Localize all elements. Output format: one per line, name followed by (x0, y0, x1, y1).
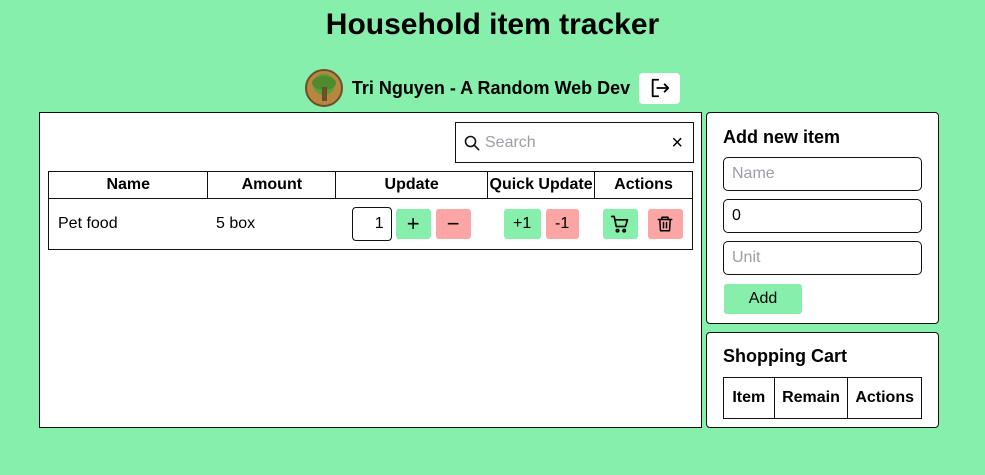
add-item-title: Add new item (723, 127, 841, 147)
cart-icon (610, 215, 629, 233)
quick-plus-one-button[interactable]: +1 (503, 209, 541, 239)
shopping-cart-table: Item Remain Actions (723, 377, 922, 419)
search-box: × (455, 122, 694, 163)
item-name-field[interactable] (723, 157, 922, 191)
increase-button[interactable]: + (395, 209, 431, 239)
shopping-cart-title: Shopping Cart (723, 346, 847, 366)
shopping-cart-panel: Shopping Cart Item Remain Actions (706, 332, 939, 428)
item-amount-field[interactable] (723, 199, 922, 233)
actions-cell (594, 198, 693, 250)
app-title: Household item tracker (325, 8, 660, 41)
cart-header-remain: Remain (773, 377, 849, 419)
decrease-button[interactable]: − (435, 209, 471, 239)
header-actions: Actions (594, 171, 693, 199)
avatar (304, 69, 343, 107)
quick-update-cell: +1 -1 (487, 198, 595, 250)
add-to-cart-button[interactable] (602, 209, 638, 239)
header-update: Update (335, 171, 489, 199)
user-bar: Tri Nguyen - A Random Web Dev (0, 68, 985, 108)
user-name: Tri Nguyen - A Random Web Dev (351, 77, 631, 98)
trash-icon (657, 216, 673, 232)
header-quick-update: Quick Update (487, 171, 596, 199)
logout-button[interactable] (639, 72, 681, 104)
item-unit-field[interactable] (723, 241, 922, 275)
update-quantity-input[interactable] (351, 207, 392, 241)
delete-item-button[interactable] (647, 209, 683, 239)
cart-header-item: Item (723, 377, 775, 419)
table-row: Pet food 5 box + − +1 -1 (47, 198, 693, 250)
header-name: Name (47, 171, 209, 199)
quick-minus-one-button[interactable]: -1 (545, 209, 579, 239)
cart-header-actions: Actions (847, 377, 922, 419)
update-cell: + − (335, 198, 488, 250)
add-item-button[interactable]: Add (724, 284, 802, 314)
item-amount: 5 box (207, 198, 336, 250)
logout-icon (651, 78, 669, 98)
items-panel: × Name Amount Update Quick Update Action… (39, 112, 702, 428)
items-table: Name Amount Update Quick Update Actions … (47, 171, 693, 250)
item-name: Pet food (47, 198, 208, 250)
clear-search-icon[interactable]: × (671, 133, 683, 153)
search-icon (464, 135, 480, 151)
search-input[interactable] (483, 132, 662, 153)
header-amount: Amount (207, 171, 337, 199)
add-item-panel: Add new item Add (706, 112, 939, 324)
